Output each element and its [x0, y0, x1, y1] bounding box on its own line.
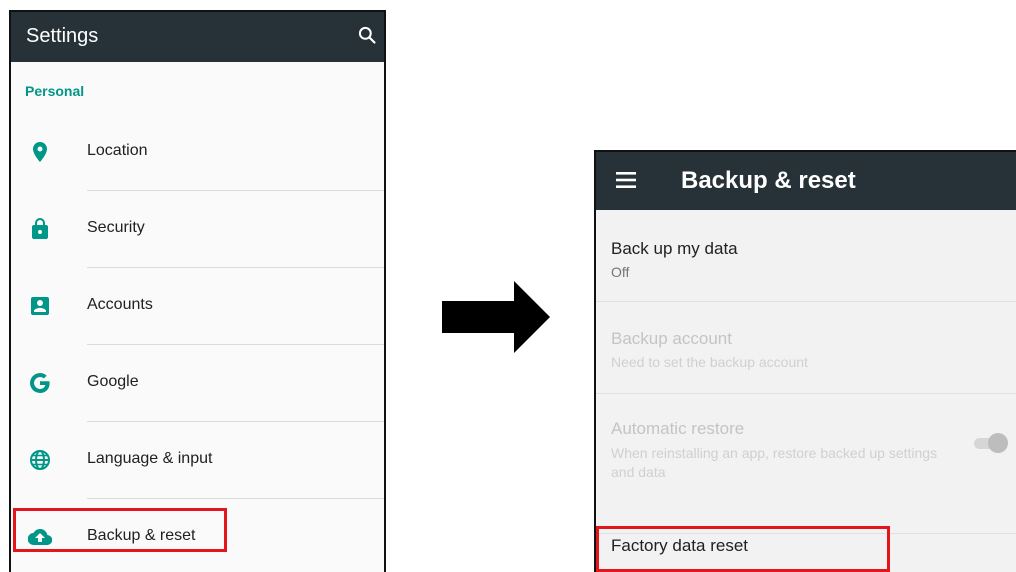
location-pin-icon	[33, 142, 47, 162]
toggle-thumb	[988, 433, 1008, 453]
pref-backup-account[interactable]: Backup account Need to set the backup ac…	[596, 302, 1016, 394]
settings-item-label: Security	[87, 219, 145, 236]
settings-item-accounts[interactable]: Accounts	[11, 268, 384, 345]
settings-title: Settings	[26, 25, 99, 47]
pref-title: Automatic restore	[611, 419, 745, 438]
settings-item-language-input[interactable]: Language & input	[11, 422, 384, 499]
automatic-restore-toggle[interactable]	[970, 432, 1010, 454]
settings-item-security[interactable]: Security	[11, 191, 384, 268]
account-box-icon	[31, 297, 49, 315]
right-arrow-icon	[442, 281, 550, 353]
settings-item-google[interactable]: Google	[11, 345, 384, 422]
pref-summary: When reinstalling an app, restore backed…	[611, 445, 938, 480]
settings-item-location[interactable]: Location	[11, 114, 384, 191]
section-header-personal: Personal	[25, 83, 85, 99]
pref-title: Backup account	[611, 329, 732, 348]
pref-summary: Need to set the backup account	[611, 354, 808, 370]
backup-reset-toolbar: Backup & reset	[596, 152, 1016, 210]
backup-reset-title: Backup & reset	[681, 167, 856, 194]
search-icon[interactable]	[357, 25, 377, 45]
google-icon	[30, 373, 50, 393]
highlight-box-factory-data-reset	[596, 526, 890, 572]
menu-icon[interactable]	[616, 171, 636, 189]
settings-item-label: Location	[87, 142, 148, 159]
pref-back-up-my-data[interactable]: Back up my data Off	[596, 210, 1016, 302]
settings-item-label: Language & input	[87, 450, 213, 467]
lock-icon	[32, 218, 48, 239]
pref-title: Back up my data	[611, 239, 738, 258]
highlight-box-backup-reset	[13, 508, 227, 552]
settings-item-label: Google	[87, 373, 139, 390]
pref-summary: Off	[611, 264, 630, 280]
settings-screen: Settings Personal Location Security Acco…	[9, 10, 386, 572]
pref-automatic-restore[interactable]: Automatic restore When reinstalling an a…	[596, 394, 1016, 534]
backup-reset-screen: Backup & reset Back up my data Off Backu…	[594, 150, 1016, 572]
settings-toolbar: Settings	[11, 12, 384, 62]
globe-icon	[30, 450, 50, 470]
settings-item-label: Accounts	[87, 296, 153, 313]
